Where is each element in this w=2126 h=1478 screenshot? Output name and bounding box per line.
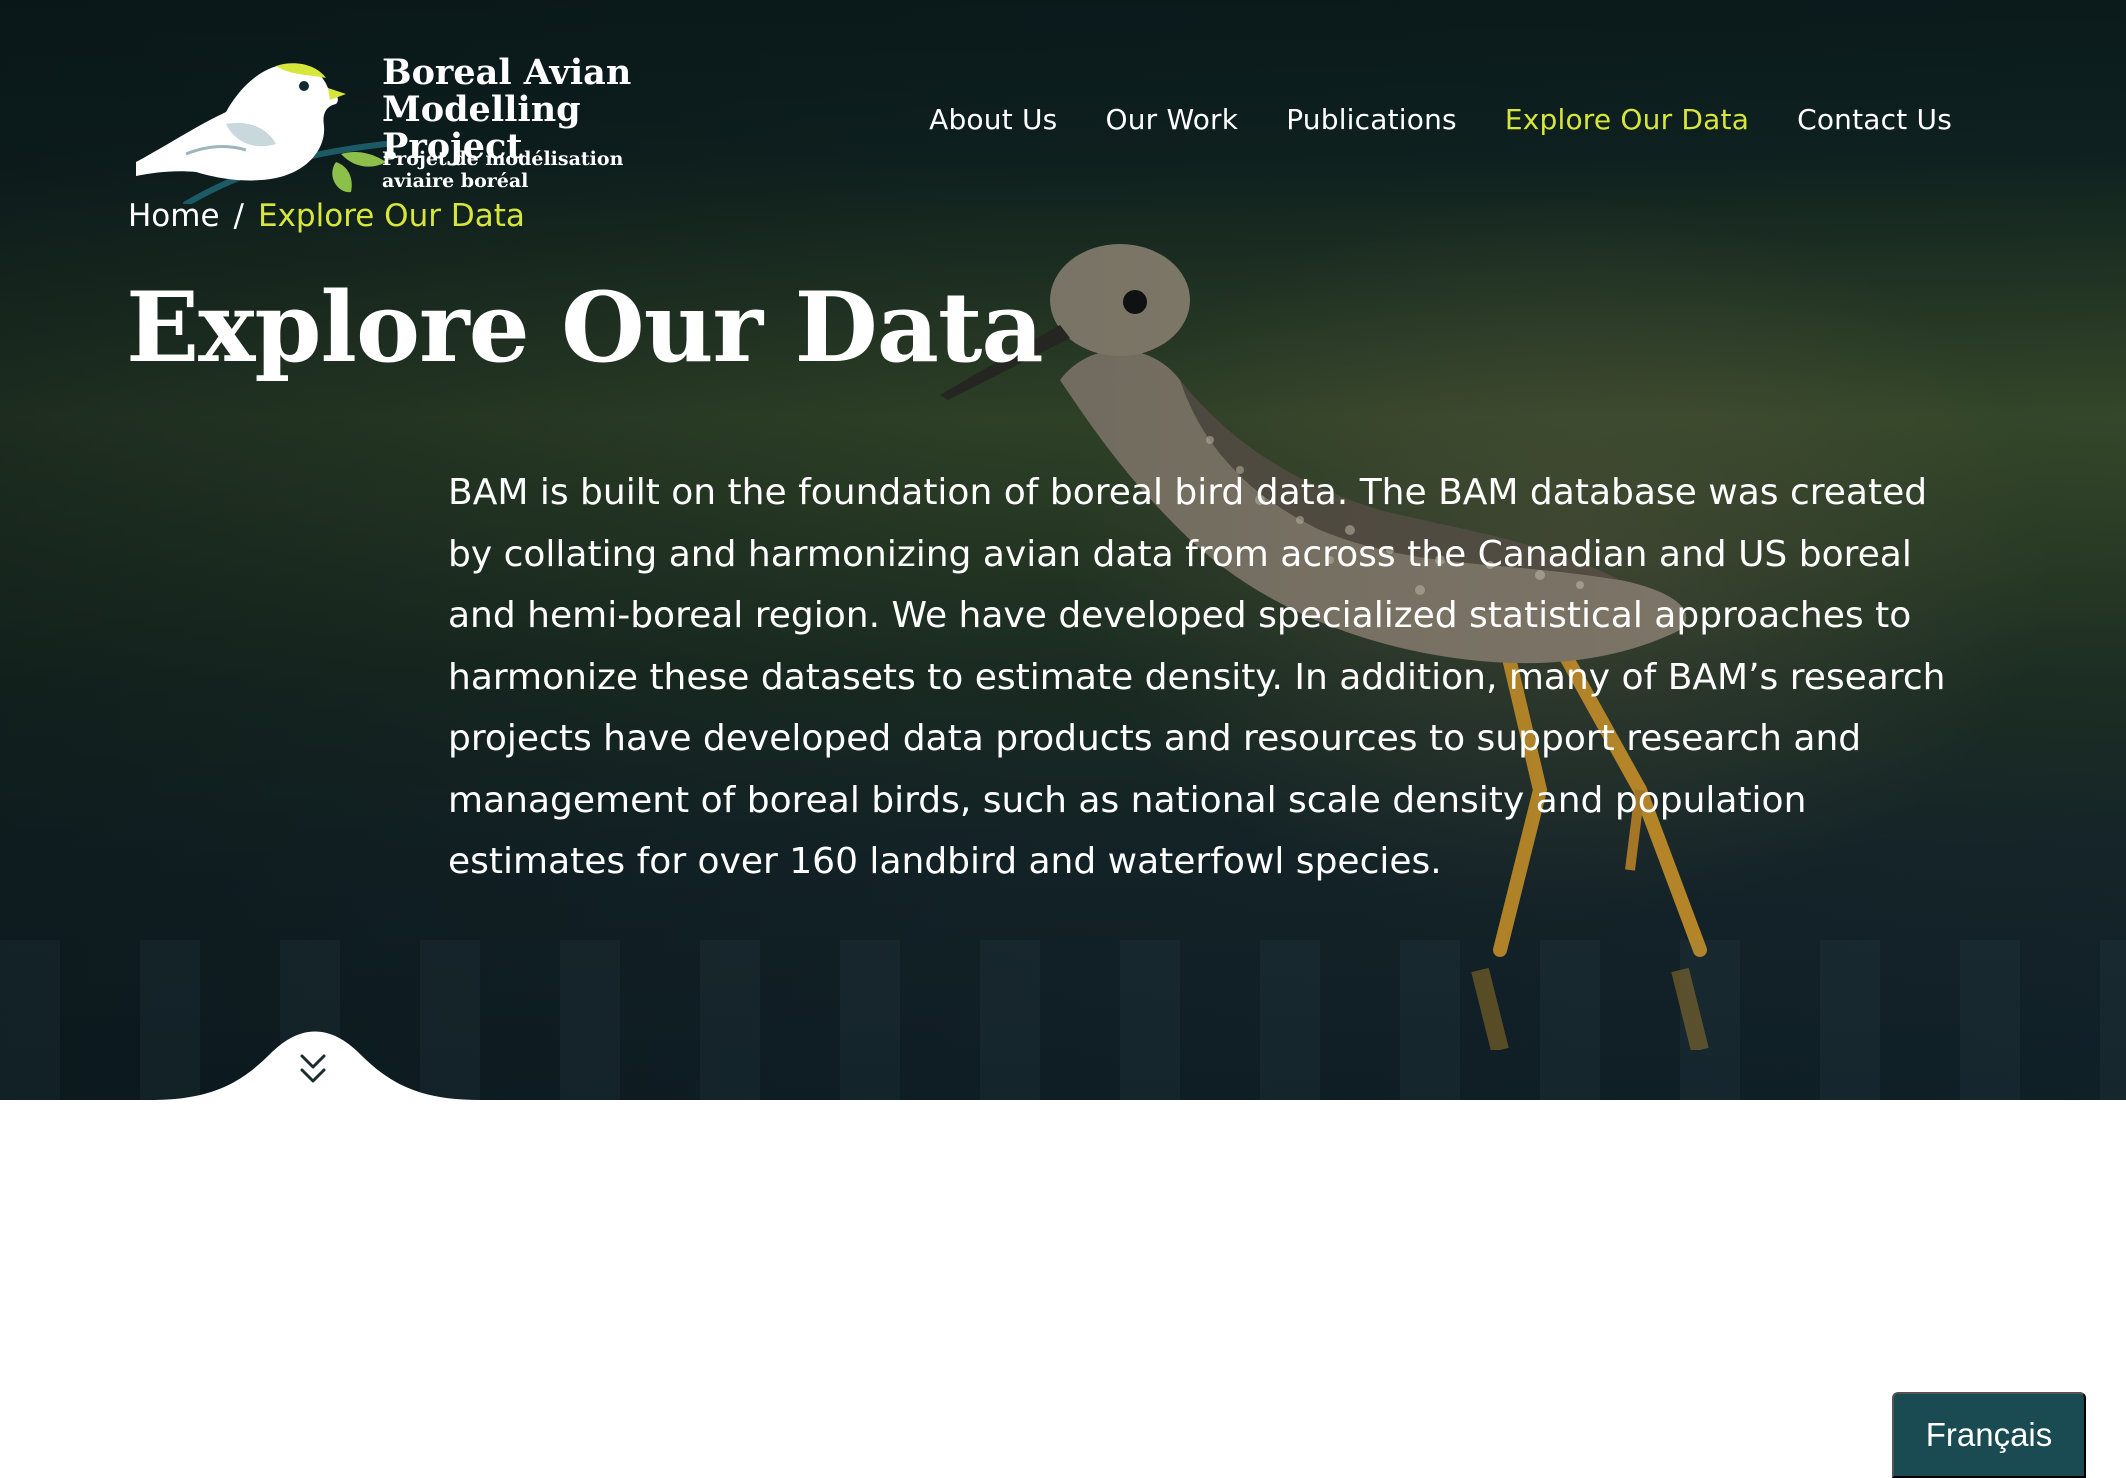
breadcrumb-home[interactable]: Home xyxy=(128,198,220,234)
nav-publications[interactable]: Publications xyxy=(1286,100,1457,140)
logo-subtitle: Projet de modélisation aviaire boréal xyxy=(382,148,624,192)
double-chevron-down-icon xyxy=(300,1054,326,1083)
hero-banner: Boreal Avian Modelling Project Projet de… xyxy=(0,0,2126,1100)
breadcrumb-separator: / xyxy=(233,198,244,234)
breadcrumb-current: Explore Our Data xyxy=(258,198,525,234)
main-nav: About Us Our Work Publications Explore O… xyxy=(929,100,1952,140)
nav-contact-us[interactable]: Contact Us xyxy=(1797,100,1952,140)
site-logo[interactable]: Boreal Avian Modelling Project Projet de… xyxy=(126,54,686,204)
language-toggle-button[interactable]: Français xyxy=(1892,1392,2086,1478)
sparrow-on-branch-logo-icon xyxy=(136,63,389,204)
scroll-down-button[interactable] xyxy=(150,1024,480,1100)
nav-explore-our-data[interactable]: Explore Our Data xyxy=(1505,100,1749,140)
breadcrumb: Home / Explore Our Data xyxy=(128,198,525,234)
nav-about-us[interactable]: About Us xyxy=(929,100,1057,140)
page-title: Explore Our Data xyxy=(126,271,1044,384)
nav-our-work[interactable]: Our Work xyxy=(1105,100,1238,140)
intro-paragraph: BAM is built on the foundation of boreal… xyxy=(448,472,1946,882)
